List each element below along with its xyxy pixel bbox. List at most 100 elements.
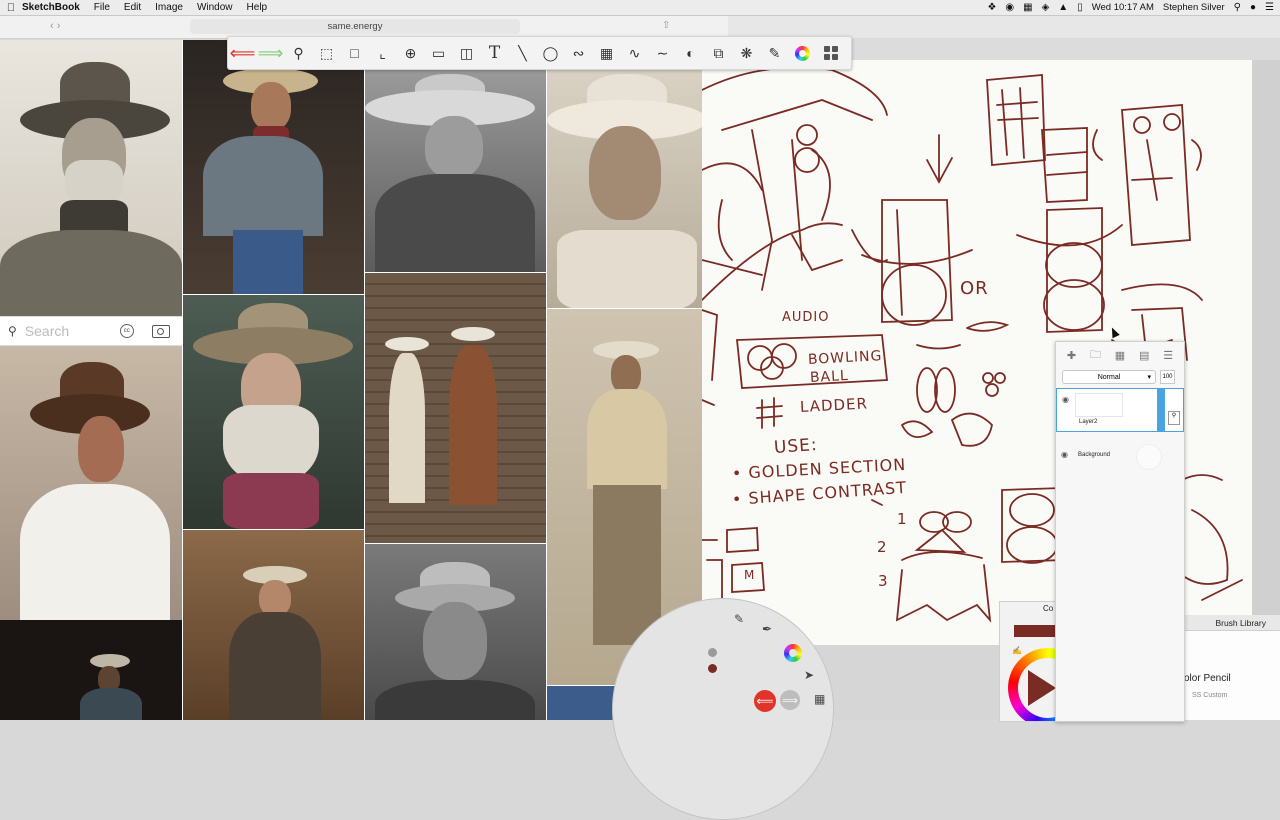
back-forward-icon[interactable]: ‹ › [50,20,60,32]
add-image-icon[interactable]: ▦ [1115,349,1125,362]
wifi-icon[interactable]: ◈ [1042,2,1050,13]
text-use: USE: [773,434,819,458]
volume-icon[interactable]: ▲ [1058,2,1068,13]
app-menu[interactable]: SketchBook [22,2,80,13]
transform-icon[interactable]: ⊕ [397,40,424,66]
current-color-swatch[interactable] [1014,625,1056,637]
panels-icon[interactable] [817,40,844,66]
visibility-eye-icon[interactable]: ◉ [1061,450,1068,459]
distort-icon[interactable]: ▭ [425,40,452,66]
user-name[interactable]: Stephen Silver [1163,2,1225,13]
add-group-icon[interactable]: 🗀 [1090,346,1101,365]
photo-cowboy-cigar[interactable] [365,70,546,272]
menu-file[interactable]: File [94,2,110,13]
record-icon[interactable]: ◉ [1005,2,1014,13]
opacity-field[interactable]: 100 [1160,370,1175,384]
photo-cowboy-denim[interactable] [183,40,364,294]
perspective-icon[interactable]: ▦ [593,40,620,66]
clear-layer-icon[interactable]: □ [341,40,368,66]
lagoon-color-icon[interactable] [784,644,802,662]
photo-john-wayne[interactable] [183,530,364,720]
search-box: ⚲ Search cc [0,316,182,346]
photo-cowboy-white-hat[interactable] [547,70,702,308]
crop-icon[interactable]: ⌞ [369,40,396,66]
zoom-icon[interactable]: ⚲ [285,40,312,66]
layer-name: Background [1078,452,1111,458]
photo-cowgirls-cabin[interactable] [365,273,546,543]
brush-library-panel: Brush Library olor Pencil SS Custom [1183,615,1280,720]
layer-selection-bar [1157,389,1165,431]
layer-menu-icon[interactable]: ☰ [1163,349,1173,362]
text-or: OR [960,278,989,299]
spotlight-icon[interactable]: ⚲ [1234,2,1241,13]
menu-edit[interactable]: Edit [124,2,141,13]
select-icon[interactable]: ⬚ [313,40,340,66]
layer-thumbnail [1075,393,1123,417]
text-icon[interactable]: T [481,40,508,66]
apple-icon[interactable]:  [0,2,22,14]
color-wheel-icon[interactable] [789,40,816,66]
menu-window[interactable]: Window [197,2,233,13]
photo-cowboy-hat-brown[interactable] [0,344,182,620]
text-number-3: 3 [878,572,889,590]
camera-icon[interactable] [151,324,170,338]
layer-row-layer2[interactable]: ◉ Layer2 ⚲ [1056,388,1184,432]
layer-toolbar: ✚ 🗀 ▦ ▤ ☰ [1056,342,1184,368]
layer-row-background[interactable]: ◉ Background [1056,436,1184,480]
menu-image[interactable]: Image [155,2,183,13]
search-input[interactable]: Search [25,323,115,339]
color-triangle[interactable] [1028,670,1056,706]
notification-icon[interactable]: ☰ [1265,2,1274,13]
brush-tool-icon[interactable]: ✎ [734,612,744,626]
lagoon-arc [612,598,834,820]
siri-icon[interactable]: ● [1250,2,1256,13]
brush-library-title: Brush Library [1184,615,1280,631]
transform-tool-icon[interactable]: ➤ [804,668,814,682]
lagoon-undo-icon[interactable]: ⟸ [754,690,776,712]
visibility-eye-icon[interactable]: ◉ [1062,395,1069,404]
photo-cowboy-dark[interactable] [0,620,182,720]
dropbox-icon[interactable]: ❖ [987,2,996,13]
layer-tool-icon[interactable]: ▦ [814,692,825,706]
lagoon-redo-icon[interactable]: ⟹ [780,690,800,710]
french-curve-icon[interactable]: ∾ [565,40,592,66]
merge-layer-icon[interactable]: ▤ [1139,349,1149,362]
layer-name: Layer2 [1079,419,1098,425]
shapes-icon[interactable]: ⧉ [705,40,732,66]
redo-icon[interactable]: ⟹ [257,40,284,66]
eyedropper-icon[interactable]: ✍ [1012,646,1022,655]
lagoon-color-dot-icon[interactable] [708,664,717,673]
brushes-icon[interactable]: ✎ [761,40,788,66]
ruler-icon[interactable]: ╲ [509,40,536,66]
lock-icon[interactable]: ⚲ [1168,411,1180,425]
menu-help[interactable]: Help [247,2,268,13]
color-editor-title: Co [1043,604,1054,613]
add-layer-icon[interactable]: ✚ [1067,349,1076,362]
text-number-1: 1 [897,510,908,528]
brush-name[interactable]: olor Pencil [1184,673,1231,684]
address-bar[interactable]: same.energy [190,19,520,34]
sketchbook-toolbar: ⟸ ⟹ ⚲ ⬚ □ ⌞ ⊕ ▭ ◫ T ╲ ◯ ∾ ▦ ∿ ∼ ◐ ⧉ ❋ ✎ [227,36,852,70]
share-icon[interactable]: ⇧ [662,20,670,31]
undo-icon[interactable]: ⟸ [229,40,256,66]
background-color-thumbnail[interactable] [1136,444,1162,470]
photo-old-man-beard[interactable] [183,295,364,529]
photo-cowboy-bw[interactable] [365,544,546,720]
clock[interactable]: Wed 10:17 AM [1092,2,1154,13]
copic-icon[interactable]: ❋ [733,40,760,66]
photo-old-cowboy-sepia[interactable] [0,40,182,316]
fill-icon[interactable]: ◐ [677,40,704,66]
steady-stroke-icon[interactable]: ∿ [621,40,648,66]
blend-mode-select[interactable]: Normal [1062,370,1156,384]
text-ladder: LADDER [799,394,869,416]
creative-commons-icon[interactable]: cc [119,324,134,338]
ellipse-icon[interactable]: ◯ [537,40,564,66]
battery-icon[interactable]: ▯ [1077,2,1083,13]
pen-tool-icon[interactable]: ✒ [762,622,772,636]
text-number-2: 2 [877,538,888,556]
display-icon[interactable]: ▦ [1023,2,1032,13]
symmetry-icon[interactable]: ◫ [453,40,480,66]
menu-bar:  SketchBook File Edit Image Window Help… [0,0,1280,16]
lagoon-dot-icon[interactable] [708,648,717,657]
predictive-stroke-icon[interactable]: ∼ [649,40,676,66]
